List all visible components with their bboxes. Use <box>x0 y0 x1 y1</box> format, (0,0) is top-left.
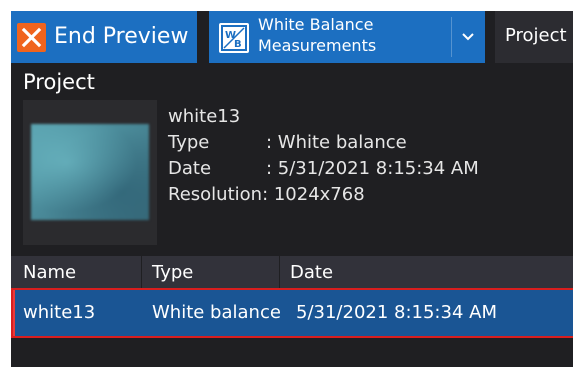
type-key: Type <box>168 132 210 153</box>
mode-select-label: White Balance Measurements <box>258 14 376 56</box>
column-header-date[interactable]: Date <box>279 256 573 289</box>
mode-select-dropdown[interactable]: W B White Balance Measurements <box>209 11 485 63</box>
svg-text:B: B <box>234 39 242 50</box>
type-value: : White balance <box>266 132 407 153</box>
dropdown-divider <box>451 17 452 57</box>
panel-title: Project <box>23 70 95 94</box>
close-icon <box>17 23 46 52</box>
measurement-thumbnail <box>31 124 149 220</box>
type-info: Type : White balance <box>168 131 407 155</box>
app-window: End Preview W B White Balance Measuremen… <box>11 11 573 367</box>
cell-name: white13 <box>23 302 96 323</box>
tab-project-label: Project <box>505 25 567 46</box>
mode-select-line2: Measurements <box>258 36 377 55</box>
white-balance-icon: W B <box>219 23 249 53</box>
thumbnail-frame <box>23 100 157 245</box>
end-preview-label: End Preview <box>54 24 189 49</box>
date-key: Date <box>168 158 212 179</box>
mode-select-line1: White Balance <box>258 15 374 34</box>
resolution-info: Resolution: 1024x768 <box>168 183 365 207</box>
date-value: : 5/31/2021 8:15:34 AM <box>266 158 479 179</box>
cell-type: White balance <box>152 302 281 323</box>
chevron-down-icon <box>459 25 477 49</box>
toolbar: End Preview W B White Balance Measuremen… <box>11 11 573 63</box>
end-preview-button[interactable]: End Preview <box>11 11 197 63</box>
table-header: Name Type Date <box>11 256 573 289</box>
table-row[interactable]: white13 White balance 5/31/2021 8:15:34 … <box>11 289 573 336</box>
resolution-key: Resolution <box>168 184 263 205</box>
date-info: Date : 5/31/2021 8:15:34 AM <box>168 157 479 181</box>
column-header-name[interactable]: Name <box>11 256 141 289</box>
selection-accent <box>11 289 15 336</box>
cell-date: 5/31/2021 8:15:34 AM <box>296 302 497 323</box>
resolution-value: : 1024x768 <box>262 184 365 205</box>
column-header-type[interactable]: Type <box>141 256 279 289</box>
tab-project[interactable]: Project <box>495 11 573 63</box>
item-name: white13 <box>168 106 241 127</box>
